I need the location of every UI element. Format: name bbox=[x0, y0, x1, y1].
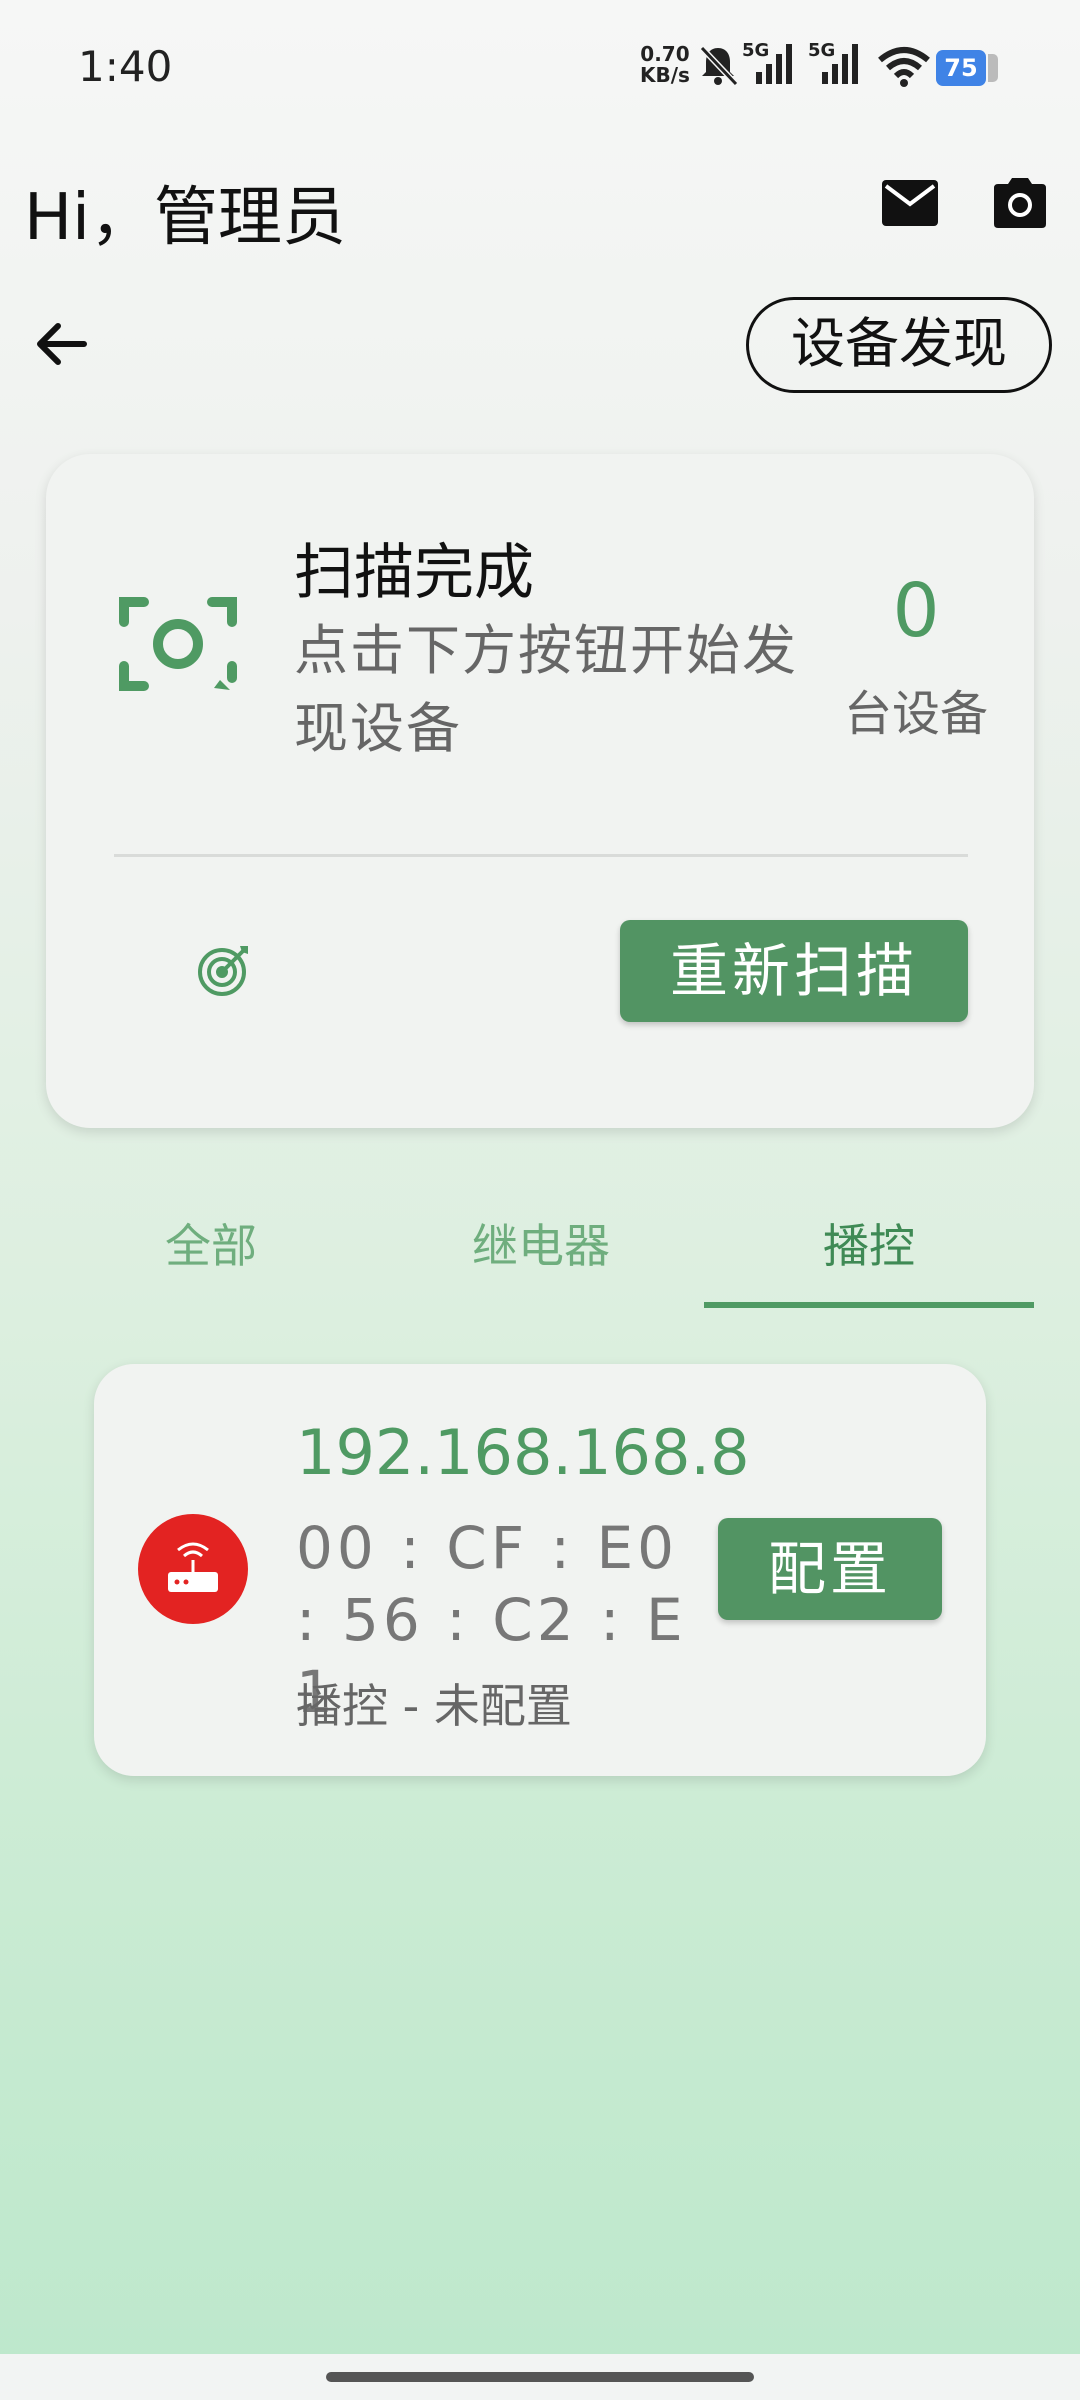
status-time: 1:40 bbox=[78, 42, 173, 91]
battery-icon: 75 bbox=[936, 50, 998, 86]
device-status: 播控 - 未配置 bbox=[296, 1679, 572, 1733]
wifi-icon bbox=[878, 47, 930, 87]
device-ip: 192.168.168.8 bbox=[296, 1416, 750, 1489]
bell-muted-icon bbox=[699, 45, 738, 87]
scan-description: 点击下方按钮开始发现设备 bbox=[294, 619, 798, 760]
device-count: 0 bbox=[892, 568, 940, 654]
tab-all[interactable]: 全部 bbox=[46, 1210, 376, 1310]
page-title[interactable]: 设备发现 bbox=[746, 297, 1052, 393]
battery-level: 75 bbox=[936, 50, 986, 86]
back-arrow-icon[interactable] bbox=[30, 312, 94, 376]
tab-active-indicator bbox=[704, 1302, 1034, 1308]
target-icon bbox=[198, 946, 248, 996]
configure-button[interactable]: 配置 bbox=[718, 1518, 942, 1620]
scan-icon bbox=[119, 597, 237, 691]
device-count-label: 台设备 bbox=[843, 686, 988, 742]
network-speed-value: 0.70 bbox=[640, 42, 690, 66]
device-list-item: 192.168.168.8 00 : CF : E0 : 56 : C2 : E… bbox=[94, 1364, 986, 1776]
home-indicator[interactable] bbox=[326, 2372, 754, 2382]
tab-relay[interactable]: 继电器 bbox=[376, 1210, 706, 1310]
scan-title: 扫描完成 bbox=[294, 538, 534, 608]
network-speed-unit: KB/s bbox=[640, 63, 690, 87]
divider bbox=[114, 854, 968, 857]
network-speed: 0.70 KB/s bbox=[640, 44, 690, 86]
camera-icon[interactable] bbox=[990, 174, 1050, 230]
router-icon bbox=[138, 1514, 248, 1624]
status-bar: 1:40 0.70 KB/s 5G 5G 75 bbox=[0, 0, 1080, 130]
rescan-button[interactable]: 重新扫描 bbox=[620, 920, 968, 1022]
mail-icon[interactable] bbox=[880, 178, 940, 228]
scan-status-card: 扫描完成 点击下方按钮开始发现设备 0 台设备 重新扫描 bbox=[46, 454, 1034, 1128]
tab-plug[interactable]: 播控 bbox=[704, 1210, 1034, 1310]
greeting-title: Hi，管理员 bbox=[24, 181, 346, 255]
